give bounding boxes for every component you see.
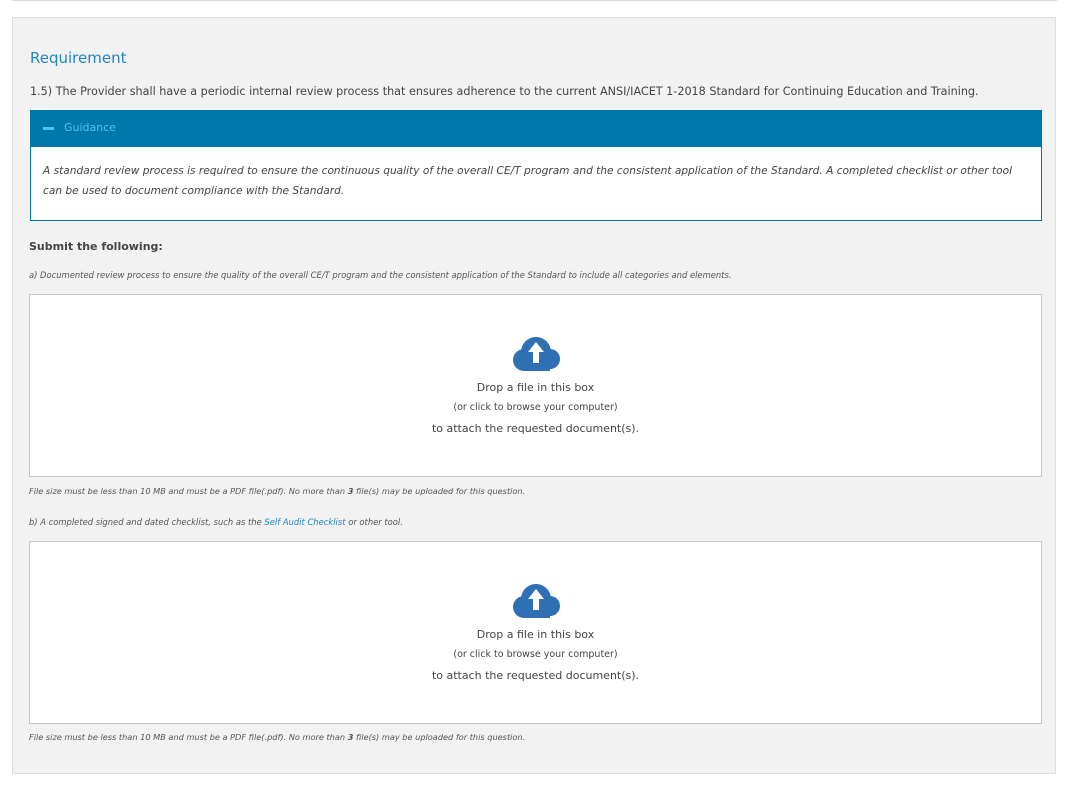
dropzone-primary-text: Drop a file in this box xyxy=(476,381,595,394)
requirement-title: Requirement xyxy=(30,49,127,67)
guidance-toggle[interactable]: Guidance xyxy=(30,110,1042,147)
size-note-suffix: file(s) may be uploaded for this questio… xyxy=(353,732,526,742)
file-size-note-b: File size must be less than 10 MB and mu… xyxy=(29,732,525,742)
dropzone-primary-text: Drop a file in this box xyxy=(476,628,595,641)
guidance-body: A standard review process is required to… xyxy=(30,147,1042,221)
item-b-desc-prefix: b) A completed signed and dated checklis… xyxy=(29,517,265,527)
requirement-panel: Requirement 1.5) The Provider shall have… xyxy=(12,17,1056,774)
guidance-label: Guidance xyxy=(64,121,117,134)
self-audit-checklist-link[interactable]: Self Audit Checklist xyxy=(264,517,345,527)
size-note-suffix: file(s) may be uploaded for this questio… xyxy=(353,486,526,496)
dropzone-browse-text: (or click to browse your computer) xyxy=(453,649,618,660)
guidance-text: A standard review process is required to… xyxy=(43,165,1013,197)
requirement-text: 1.5) The Provider shall have a periodic … xyxy=(30,85,979,98)
item-a-description: a) Documented review process to ensure t… xyxy=(29,270,732,280)
submit-heading: Submit the following: xyxy=(29,240,163,253)
top-divider xyxy=(12,0,1057,1)
dropzone-attach-text: to attach the requested document(s). xyxy=(431,422,640,435)
cloud-upload-icon xyxy=(513,584,560,618)
size-note-prefix: File size must be less than 10 MB and mu… xyxy=(29,486,348,496)
file-size-note-a: File size must be less than 10 MB and mu… xyxy=(29,486,525,496)
size-note-prefix: File size must be less than 10 MB and mu… xyxy=(29,732,348,742)
dropzone-attach-text: to attach the requested document(s). xyxy=(431,669,640,682)
file-dropzone-a[interactable]: Drop a file in this box (or click to bro… xyxy=(29,294,1042,477)
item-b-description: b) A completed signed and dated checklis… xyxy=(29,517,403,527)
cloud-upload-icon xyxy=(513,337,560,371)
dropzone-browse-text: (or click to browse your computer) xyxy=(453,402,618,413)
minus-icon xyxy=(43,127,54,130)
item-b-desc-suffix: or other tool. xyxy=(345,517,403,527)
file-dropzone-b[interactable]: Drop a file in this box (or click to bro… xyxy=(29,541,1042,724)
